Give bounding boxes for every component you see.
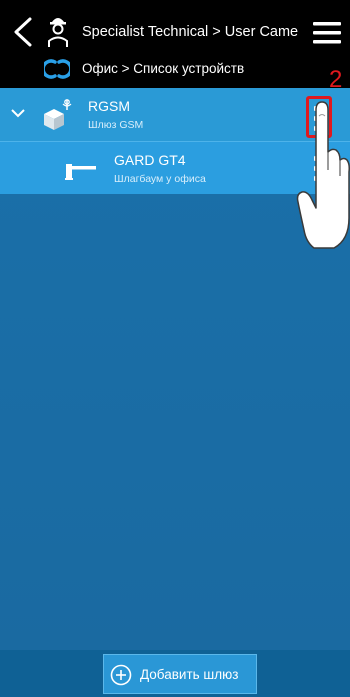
app-header: Specialist Technical > User Came Офис > … — [0, 0, 350, 88]
specialist-user-icon[interactable] — [46, 13, 70, 49]
barrier-gate-icon — [65, 164, 96, 180]
hand-pointer-icon — [296, 101, 350, 249]
device-name: GARD GT4 — [114, 152, 186, 168]
back-arrow-icon[interactable] — [10, 16, 36, 48]
plus-circle-icon — [110, 664, 132, 686]
header-title: Specialist Technical > User Came — [82, 24, 299, 40]
gateway-type: Шлюз GSM — [88, 119, 144, 131]
breadcrumb: Офис > Список устройств — [82, 61, 245, 76]
step-number: 2 — [329, 66, 343, 93]
device-description: Шлагбаум у офиса — [114, 173, 206, 185]
hamburger-menu-icon[interactable] — [312, 20, 342, 46]
chevron-down-icon[interactable] — [10, 107, 26, 119]
add-gateway-button[interactable]: Добавить шлюз — [103, 654, 257, 694]
gateway-box-icon — [44, 99, 72, 130]
gateway-name: RGSM — [88, 98, 130, 114]
came-connect-logo-icon — [44, 59, 70, 79]
add-gateway-label: Добавить шлюз — [140, 667, 239, 682]
